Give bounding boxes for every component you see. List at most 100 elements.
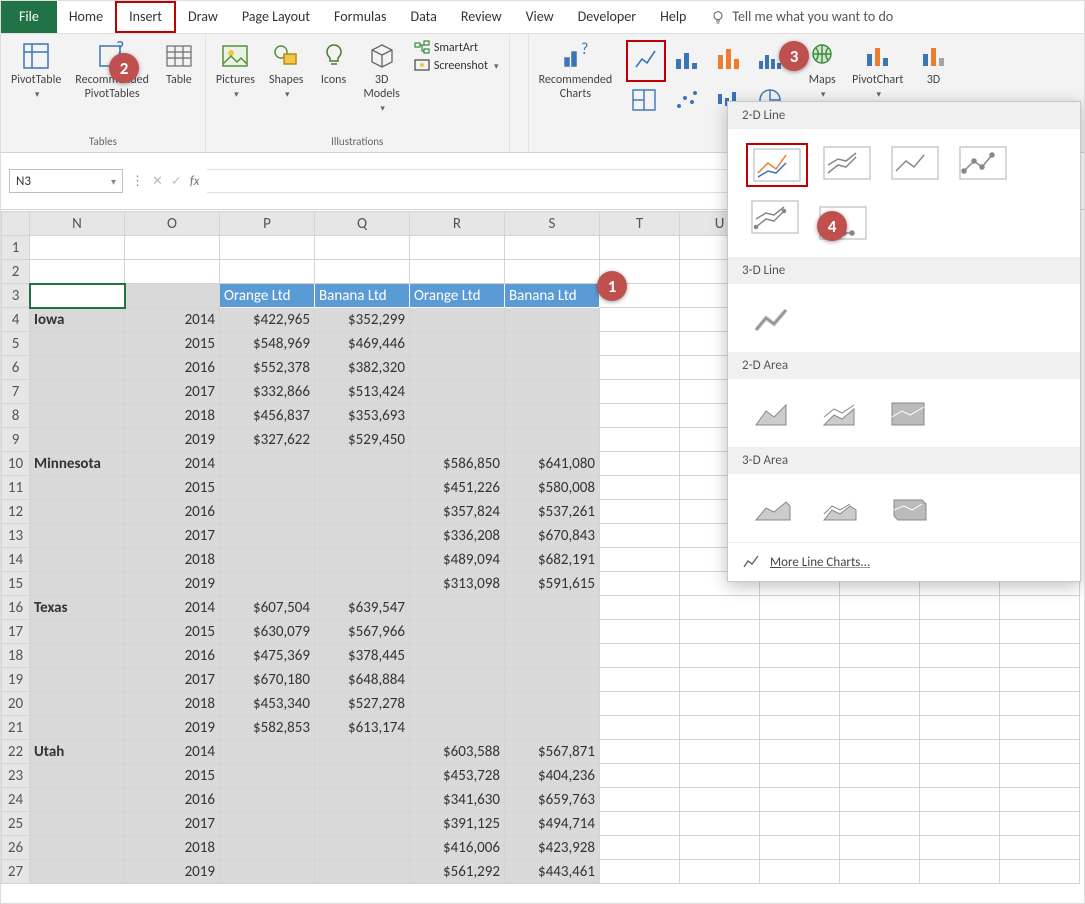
cell[interactable]: $548,969 — [220, 332, 315, 356]
cell[interactable] — [505, 620, 600, 644]
cell[interactable] — [505, 668, 600, 692]
cell[interactable] — [920, 860, 1000, 884]
row-header[interactable]: 24 — [2, 788, 30, 812]
insert-line-chart-button[interactable] — [626, 40, 666, 82]
cell[interactable]: 2019 — [125, 428, 220, 452]
tab-formulas[interactable]: Formulas — [322, 1, 398, 33]
more-line-charts[interactable]: More Line Charts... — [728, 542, 1080, 581]
cell[interactable]: $659,763 — [505, 788, 600, 812]
cell[interactable]: $567,966 — [315, 620, 410, 644]
cell[interactable]: $453,728 — [410, 764, 505, 788]
cell[interactable]: 2014 — [125, 452, 220, 476]
insert-scatter-chart-button[interactable] — [668, 84, 708, 120]
cell[interactable] — [315, 524, 410, 548]
row-header[interactable]: 25 — [2, 812, 30, 836]
cell[interactable] — [600, 356, 680, 380]
cell[interactable] — [600, 308, 680, 332]
cell[interactable] — [220, 836, 315, 860]
cell[interactable]: $567,871 — [505, 740, 600, 764]
cell[interactable] — [760, 740, 840, 764]
cell[interactable] — [30, 812, 125, 836]
cell[interactable] — [410, 356, 505, 380]
cell[interactable] — [410, 308, 505, 332]
cell[interactable] — [840, 716, 920, 740]
tab-insert[interactable]: Insert — [115, 1, 176, 33]
cell[interactable] — [30, 236, 125, 260]
cell[interactable]: 2016 — [125, 356, 220, 380]
cell[interactable] — [760, 644, 840, 668]
cell[interactable] — [1000, 692, 1080, 716]
cell[interactable]: 2018 — [125, 692, 220, 716]
100-stacked-line-option[interactable] — [886, 143, 944, 183]
cell[interactable] — [1000, 644, 1080, 668]
cell[interactable]: $353,693 — [315, 404, 410, 428]
3d-map-button[interactable]: 3D — [917, 40, 949, 88]
cell[interactable]: $357,824 — [410, 500, 505, 524]
cell[interactable] — [220, 236, 315, 260]
cell[interactable] — [600, 812, 680, 836]
cell[interactable] — [410, 428, 505, 452]
cell[interactable]: 2018 — [125, 404, 220, 428]
cell[interactable]: $613,174 — [315, 716, 410, 740]
col-header-T[interactable]: T — [600, 212, 680, 236]
tab-file[interactable]: File — [1, 1, 57, 33]
cell[interactable]: $670,843 — [505, 524, 600, 548]
cell[interactable]: $561,292 — [410, 860, 505, 884]
cell[interactable] — [30, 716, 125, 740]
cell[interactable] — [30, 332, 125, 356]
cell[interactable]: $582,853 — [220, 716, 315, 740]
cell[interactable] — [410, 404, 505, 428]
row-header[interactable]: 11 — [2, 476, 30, 500]
row-header[interactable]: 8 — [2, 404, 30, 428]
cell[interactable] — [410, 620, 505, 644]
cell[interactable] — [505, 428, 600, 452]
cell[interactable] — [840, 668, 920, 692]
cell[interactable] — [220, 500, 315, 524]
cell[interactable] — [680, 764, 760, 788]
cell[interactable] — [30, 788, 125, 812]
cell[interactable] — [1000, 620, 1080, 644]
namebox-toggle-icon[interactable]: ⋮ — [131, 174, 144, 189]
cell[interactable] — [30, 572, 125, 596]
cell[interactable] — [220, 812, 315, 836]
tell-me[interactable]: Tell me what you want to do — [698, 1, 905, 33]
cell[interactable] — [315, 788, 410, 812]
row-header[interactable]: 9 — [2, 428, 30, 452]
tab-view[interactable]: View — [514, 1, 566, 33]
insert-column-chart-button[interactable] — [710, 43, 750, 79]
cell[interactable] — [840, 812, 920, 836]
cell[interactable] — [220, 764, 315, 788]
cell[interactable] — [505, 260, 600, 284]
cell[interactable] — [840, 836, 920, 860]
cell[interactable] — [840, 764, 920, 788]
cell[interactable] — [410, 668, 505, 692]
tab-home[interactable]: Home — [57, 1, 115, 33]
cell[interactable] — [840, 620, 920, 644]
cell[interactable] — [315, 764, 410, 788]
cell[interactable] — [220, 788, 315, 812]
cell[interactable]: $382,320 — [315, 356, 410, 380]
smartart-button[interactable]: SmartArt — [414, 40, 499, 56]
cell[interactable] — [30, 404, 125, 428]
cell[interactable] — [30, 836, 125, 860]
cell[interactable] — [505, 404, 600, 428]
cell[interactable] — [920, 716, 1000, 740]
cell[interactable] — [680, 788, 760, 812]
cell[interactable] — [920, 836, 1000, 860]
cell[interactable] — [315, 500, 410, 524]
cell[interactable] — [600, 524, 680, 548]
row-header[interactable]: 12 — [2, 500, 30, 524]
cell[interactable] — [600, 572, 680, 596]
stacked-line-markers-option[interactable] — [746, 197, 804, 237]
cell[interactable] — [220, 452, 315, 476]
cell[interactable]: 2018 — [125, 548, 220, 572]
cell[interactable] — [315, 836, 410, 860]
cell[interactable] — [315, 476, 410, 500]
cell[interactable]: $453,340 — [220, 692, 315, 716]
cell[interactable] — [680, 692, 760, 716]
cell[interactable] — [410, 596, 505, 620]
3d-models-button[interactable]: 3D Models▾ — [364, 40, 400, 114]
cell[interactable]: $537,261 — [505, 500, 600, 524]
recommended-charts-button[interactable]: ? Recommended Charts — [539, 40, 613, 102]
cell[interactable]: $529,450 — [315, 428, 410, 452]
